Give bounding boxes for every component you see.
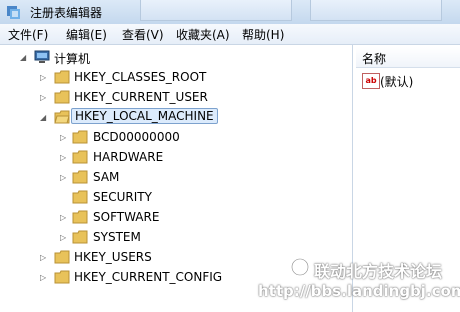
menu-help[interactable]: 帮助(H) [242, 26, 284, 43]
tree-item-system[interactable]: ▷ SYSTEM [0, 229, 220, 247]
tree-item-computer[interactable]: ◢ 计算机 [0, 49, 200, 67]
tree-label: SECURITY [93, 190, 152, 204]
folder-icon [72, 210, 88, 224]
tree-item-bcd[interactable]: ▷ BCD00000000 [0, 129, 220, 147]
string-value-icon: ab [362, 73, 380, 89]
titlebar-blur-region [140, 0, 292, 21]
folder-icon [54, 250, 70, 264]
tree-label: SAM [93, 170, 120, 184]
menu-edit[interactable]: 编辑(E) [66, 26, 107, 43]
tree-item-hkey-local-machine[interactable]: ◢ HKEY_LOCAL_MACHINE [0, 108, 240, 127]
menu-file[interactable]: 文件(F) [8, 26, 48, 43]
expand-arrow-icon[interactable]: ▷ [40, 73, 48, 83]
expand-arrow-icon[interactable]: ▷ [40, 93, 48, 103]
expand-arrow-icon[interactable]: ▷ [60, 213, 68, 223]
tree-item-hardware[interactable]: ▷ HARDWARE [0, 149, 220, 167]
watermark-url: http://bbs.landingbj.com [258, 282, 460, 300]
folder-icon [72, 230, 88, 244]
tree-item-hkey-current-config[interactable]: ▷ HKEY_CURRENT_CONFIG [0, 269, 240, 287]
watermark-text: 联动北方技术论坛 [314, 262, 443, 281]
folder-icon [72, 190, 88, 204]
computer-icon [34, 50, 50, 63]
tree-label: HARDWARE [93, 150, 164, 164]
tree-item-software[interactable]: ▷ SOFTWARE [0, 209, 220, 227]
regedit-icon [7, 6, 20, 19]
folder-icon [72, 170, 88, 184]
tree-item-security[interactable]: SECURITY [0, 189, 220, 207]
watermark-logo-icon [290, 257, 310, 277]
title-bar: 注册表编辑器 [0, 0, 460, 25]
folder-icon [54, 90, 70, 104]
menu-favorites[interactable]: 收藏夹(A) [176, 26, 230, 43]
tree-label: SOFTWARE [93, 210, 160, 224]
menu-bar: 文件(F) 编辑(E) 查看(V) 收藏夹(A) 帮助(H) [0, 24, 460, 45]
column-header-name[interactable]: 名称 [356, 47, 460, 68]
tree-item-hkey-current-user[interactable]: ▷ HKEY_CURRENT_USER [0, 89, 220, 107]
tree-label: BCD00000000 [93, 130, 180, 144]
expand-arrow-icon[interactable]: ▷ [40, 253, 48, 263]
folder-icon [72, 130, 88, 144]
open-folder-icon [54, 110, 70, 124]
collapse-arrow-icon[interactable]: ◢ [20, 53, 28, 63]
tree-label: SYSTEM [93, 230, 141, 244]
tree-item-hkey-users[interactable]: ▷ HKEY_USERS [0, 249, 220, 267]
titlebar-blur-region-2 [310, 0, 442, 21]
tree-label: HKEY_CURRENT_CONFIG [74, 270, 223, 284]
expand-arrow-icon[interactable]: ▷ [60, 153, 68, 163]
value-name: (默认) [380, 75, 414, 89]
expand-arrow-icon[interactable]: ▷ [60, 133, 68, 143]
window-title: 注册表编辑器 [30, 6, 103, 20]
expand-arrow-icon[interactable]: ▷ [60, 173, 68, 183]
collapse-arrow-icon[interactable]: ◢ [40, 113, 48, 123]
tree-label-computer: 计算机 [54, 52, 91, 66]
folder-icon [54, 270, 70, 284]
tree-item-hkey-classes-root[interactable]: ▷ HKEY_CLASSES_ROOT [0, 69, 220, 87]
column-header-label: 名称 [362, 52, 387, 66]
folder-icon [54, 70, 70, 84]
tree-label: HKEY_CLASSES_ROOT [74, 70, 207, 84]
tree-label-selected: HKEY_LOCAL_MACHINE [71, 108, 218, 124]
expand-arrow-icon[interactable]: ▷ [60, 233, 68, 243]
tree-label: HKEY_CURRENT_USER [74, 90, 208, 104]
menu-view[interactable]: 查看(V) [122, 26, 164, 43]
tree-label: HKEY_USERS [74, 250, 152, 264]
expand-arrow-icon[interactable]: ▷ [40, 273, 48, 283]
tree-item-sam[interactable]: ▷ SAM [0, 169, 220, 187]
folder-icon [72, 150, 88, 164]
